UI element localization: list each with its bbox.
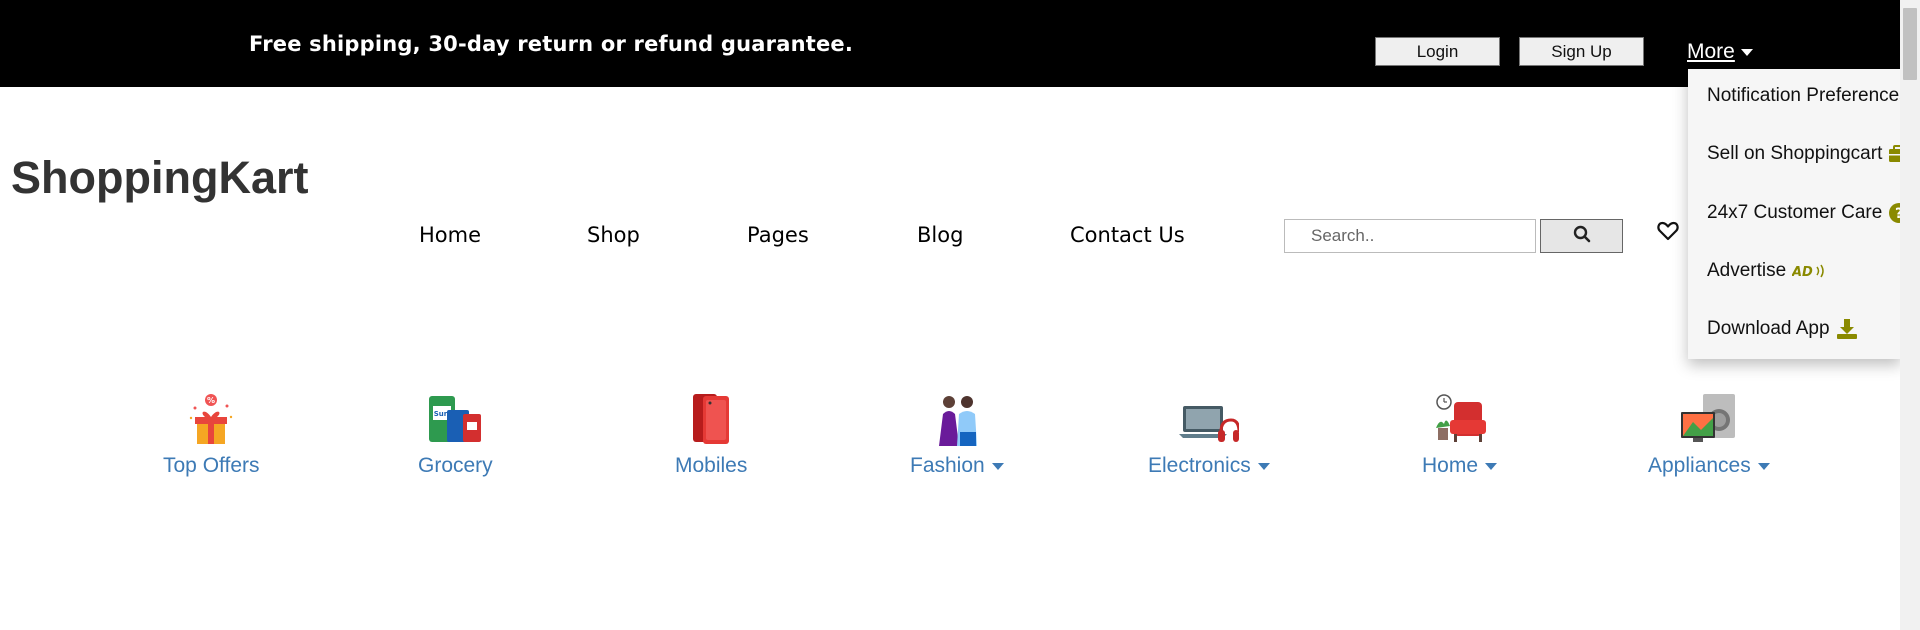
category-text: Home (1422, 454, 1479, 477)
dropdown-item-advertise[interactable]: Advertise AD (1707, 260, 1828, 282)
caret-down-icon (1757, 462, 1770, 470)
category-electronics[interactable]: Electronics (1148, 390, 1270, 478)
category-text: Fashion (910, 454, 985, 477)
search-input[interactable] (1284, 219, 1536, 253)
category-label: Grocery (418, 454, 493, 478)
category-text: Top Offers (163, 454, 260, 477)
more-label: More (1687, 40, 1735, 63)
category-label: Top Offers (163, 454, 260, 478)
dropdown-item-download-app[interactable]: Download App (1707, 318, 1858, 340)
category-text: Electronics (1148, 454, 1251, 477)
category-text: Grocery (418, 454, 493, 477)
svg-text:%: % (207, 396, 215, 405)
dropdown-item-customer-care[interactable]: 24x7 Customer Care ? (1707, 202, 1901, 224)
scrollbar-thumb[interactable] (1903, 8, 1917, 80)
signup-button[interactable]: Sign Up (1519, 37, 1644, 66)
category-text: Appliances (1648, 454, 1751, 477)
mobile-phone-image (681, 390, 741, 446)
page-scrollbar[interactable] (1900, 0, 1920, 630)
more-menu-toggle[interactable]: More (1687, 40, 1753, 64)
caret-down-icon (1740, 48, 1753, 56)
nav-blog[interactable]: Blog (917, 223, 963, 247)
page: Free shipping, 30-day return or refund g… (0, 0, 1920, 630)
category-label: Home (1422, 454, 1498, 478)
search-icon (1573, 225, 1591, 248)
category-label: Electronics (1148, 454, 1270, 478)
caret-down-icon (1485, 462, 1498, 470)
dropdown-item-label: 24x7 Customer Care (1707, 202, 1883, 223)
grocery-image: Surf (425, 390, 485, 446)
nav-pages[interactable]: Pages (747, 223, 809, 247)
top-bar: Free shipping, 30-day return or refund g… (0, 0, 1920, 87)
category-mobiles[interactable]: Mobiles (675, 390, 747, 478)
wishlist-heart-icon[interactable] (1657, 221, 1679, 246)
ad-icon: AD (1792, 263, 1828, 279)
search-button[interactable] (1540, 219, 1623, 253)
laptop-headphones-image (1178, 390, 1239, 446)
promo-text: Free shipping, 30-day return or refund g… (249, 32, 854, 56)
fashion-couple-image (927, 390, 987, 446)
category-label: Mobiles (675, 454, 747, 478)
category-top-offers[interactable]: % Top Offers (163, 390, 260, 478)
gift-offers-image: % (181, 390, 241, 446)
category-text: Mobiles (675, 454, 748, 477)
caret-down-icon (991, 462, 1004, 470)
dropdown-item-label: Notification Preferences (1707, 85, 1901, 106)
nav-shop[interactable]: Shop (587, 223, 640, 247)
category-fashion[interactable]: Fashion (910, 390, 1004, 478)
nav-contact-us[interactable]: Contact Us (1070, 223, 1185, 247)
login-button[interactable]: Login (1375, 37, 1500, 66)
home-furniture-image (1430, 390, 1490, 446)
category-grocery[interactable]: Surf Grocery (418, 390, 493, 478)
dropdown-item-label: Download App (1707, 318, 1830, 339)
dropdown-item-notification-preferences[interactable]: Notification Preferences (1707, 85, 1901, 107)
nav-home[interactable]: Home (419, 223, 481, 247)
dropdown-item-sell[interactable]: Sell on Shoppingcart (1707, 143, 1901, 165)
category-label: Fashion (910, 454, 1004, 478)
appliances-image (1679, 390, 1739, 446)
download-icon (1836, 319, 1858, 339)
caret-down-icon (1257, 462, 1270, 470)
category-label: Appliances (1648, 454, 1770, 478)
category-appliances[interactable]: Appliances (1648, 390, 1770, 478)
dropdown-item-label: Sell on Shoppingcart (1707, 143, 1883, 164)
svg-text:AD: AD (1792, 265, 1813, 279)
category-home[interactable]: Home (1422, 390, 1498, 478)
more-dropdown-menu: Notification Preferences Sell on Shoppin… (1688, 69, 1901, 359)
dropdown-item-label: Advertise (1707, 260, 1787, 281)
brand-logo[interactable]: ShoppingKart (11, 152, 308, 204)
